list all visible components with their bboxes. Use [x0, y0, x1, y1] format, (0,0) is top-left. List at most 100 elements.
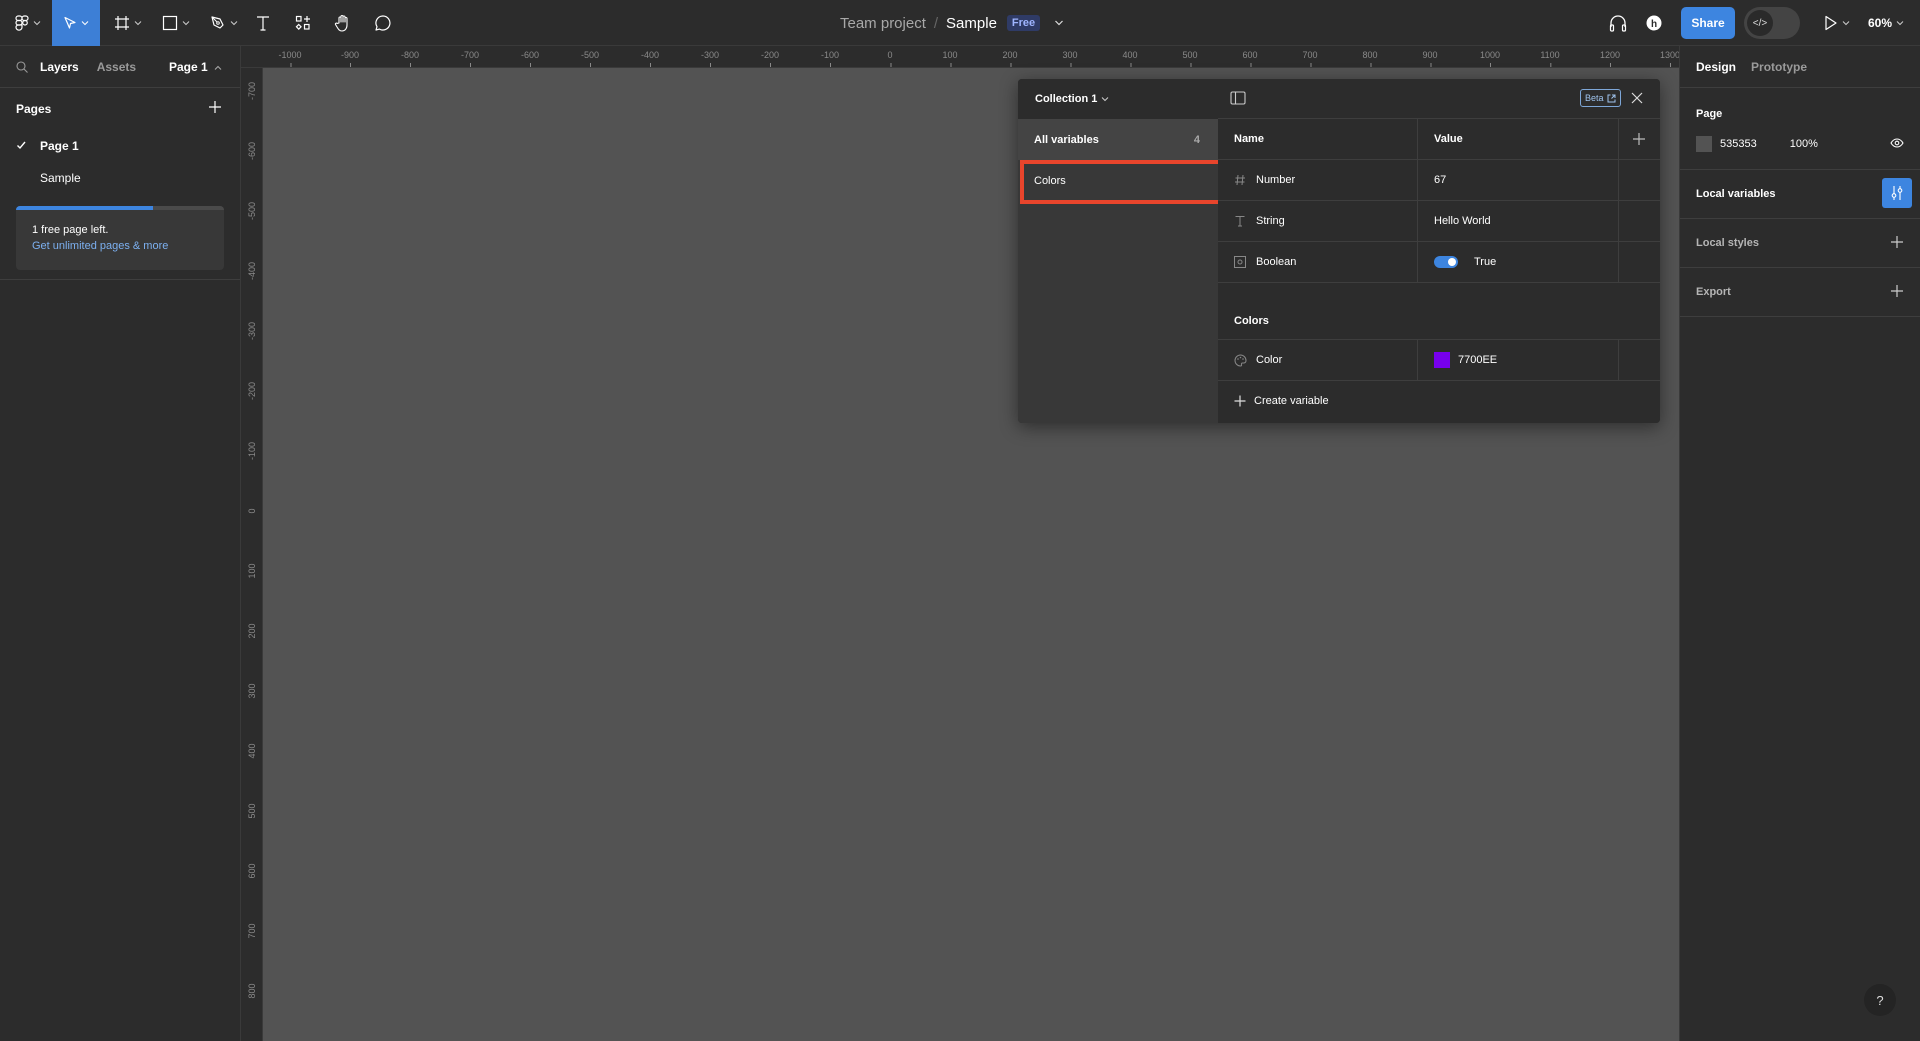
- variable-row-string[interactable]: String Hello World: [1218, 201, 1660, 242]
- ruler-tick-label: 800: [247, 983, 257, 999]
- variable-value-cell[interactable]: Hello World: [1418, 201, 1619, 241]
- column-name-header: Name: [1218, 119, 1418, 159]
- variable-value-cell[interactable]: 67: [1418, 160, 1619, 200]
- ruler-tick-label: 0: [247, 508, 257, 514]
- ruler-tick-label: 900: [1422, 50, 1438, 67]
- ruler-tick-label: 700: [1302, 50, 1318, 67]
- chevron-down-icon: [1896, 21, 1904, 26]
- ruler-tick-label: 400: [1122, 50, 1138, 67]
- comment-tool-button[interactable]: [372, 0, 394, 46]
- add-page-icon[interactable]: [208, 100, 222, 114]
- shape-tool-button[interactable]: [158, 0, 194, 46]
- zoom-level-dropdown[interactable]: 60%: [1868, 0, 1904, 46]
- present-button[interactable]: [1822, 0, 1852, 46]
- frame-tool-button[interactable]: [110, 0, 146, 46]
- project-name[interactable]: Team project: [840, 15, 926, 32]
- page-item-sample[interactable]: Sample: [0, 162, 240, 194]
- create-variable-button[interactable]: Create variable: [1218, 381, 1660, 421]
- all-variables-item[interactable]: All variables 4: [1018, 119, 1218, 160]
- ruler-tick-label: -300: [247, 322, 257, 341]
- chevron-down-icon: [230, 21, 238, 26]
- variables-count: 4: [1193, 133, 1200, 146]
- variable-row-color[interactable]: Color 7700EE: [1218, 340, 1660, 381]
- eye-icon[interactable]: [1890, 138, 1904, 148]
- open-variables-button[interactable]: [1882, 178, 1912, 208]
- pointer-icon: [64, 16, 76, 29]
- variable-value-cell[interactable]: 7700EE: [1418, 340, 1619, 380]
- help-button[interactable]: ?: [1864, 984, 1896, 1016]
- collection-name: Collection 1: [1035, 93, 1098, 105]
- all-variables-label: All variables: [1034, 133, 1099, 146]
- string-icon: [1235, 216, 1245, 227]
- sidebar-toggle-icon[interactable]: [1230, 91, 1246, 105]
- upgrade-link[interactable]: Get unlimited pages & more: [32, 240, 168, 252]
- page-label: Sample: [40, 171, 81, 185]
- pen-icon: [211, 16, 224, 29]
- color-icon: [1234, 354, 1247, 367]
- variable-row-number[interactable]: Number 67: [1218, 160, 1660, 201]
- page-item-page-1[interactable]: Page 1: [0, 130, 240, 162]
- ruler-tick-label: -200: [760, 50, 780, 67]
- ruler-tick-label: -200: [247, 382, 257, 401]
- ruler-tick-label: -1000: [278, 50, 302, 67]
- hand-tool-button[interactable]: [332, 0, 354, 46]
- page-selector[interactable]: Page 1: [169, 60, 222, 74]
- pen-tool-button[interactable]: [206, 0, 242, 46]
- ruler-tick-label: -700: [460, 50, 480, 67]
- tab-design[interactable]: Design: [1696, 60, 1736, 74]
- plus-icon: [1234, 395, 1246, 407]
- close-icon[interactable]: [1630, 91, 1644, 105]
- main-menu-button[interactable]: [8, 0, 48, 46]
- boolean-toggle[interactable]: [1434, 256, 1458, 268]
- text-tool-button[interactable]: [252, 0, 274, 46]
- variable-value-cell[interactable]: True: [1418, 242, 1619, 282]
- page-color-value[interactable]: 535353: [1720, 138, 1757, 150]
- page-section: Page 535353 100%: [1680, 88, 1920, 170]
- share-button[interactable]: Share: [1681, 7, 1735, 39]
- search-icon[interactable]: [16, 60, 28, 73]
- user-avatar[interactable]: h: [1644, 0, 1664, 46]
- chevron-down-icon[interactable]: [1054, 19, 1064, 27]
- chevron-down-icon: [1101, 97, 1109, 102]
- dev-mode-toggle[interactable]: </>: [1744, 7, 1800, 39]
- export-section: Export: [1680, 268, 1920, 317]
- add-mode-icon[interactable]: [1632, 132, 1646, 146]
- rectangle-icon: [162, 15, 178, 31]
- headphones-icon: [1609, 15, 1627, 32]
- comment-icon: [375, 15, 391, 31]
- page-opacity-value[interactable]: 100%: [1790, 138, 1818, 150]
- create-variable-label: Create variable: [1254, 395, 1329, 407]
- divider: [0, 279, 240, 280]
- tab-assets[interactable]: Assets: [97, 60, 136, 74]
- pages-usage-fill: [16, 206, 154, 210]
- chevron-down-icon: [33, 21, 41, 26]
- add-export-icon[interactable]: [1890, 284, 1904, 298]
- chevron-down-icon: [1842, 21, 1850, 26]
- page-color-swatch[interactable]: [1696, 136, 1712, 152]
- chevron-down-icon: [182, 21, 190, 26]
- resources-button[interactable]: [292, 0, 314, 46]
- file-name[interactable]: Sample: [946, 15, 997, 32]
- group-item-colors[interactable]: Colors: [1018, 160, 1222, 204]
- current-page-label: Page 1: [168, 60, 208, 74]
- local-styles-title: Local styles: [1696, 237, 1759, 249]
- move-tool-button[interactable]: [52, 0, 100, 46]
- ruler-tick-label: 0: [887, 50, 893, 67]
- color-swatch[interactable]: [1434, 352, 1450, 368]
- page-section-title: Page: [1696, 108, 1723, 120]
- variable-row-boolean[interactable]: Boolean True: [1218, 242, 1660, 283]
- variable-value: True: [1474, 256, 1497, 268]
- collection-dropdown[interactable]: Collection 1: [1018, 79, 1218, 119]
- add-style-icon[interactable]: [1890, 235, 1904, 249]
- ruler-tick-label: -600: [520, 50, 540, 67]
- tab-layers[interactable]: Layers: [40, 60, 79, 74]
- sliders-icon: [1891, 186, 1903, 200]
- ruler-tick-label: 500: [247, 803, 257, 819]
- frame-icon: [115, 16, 129, 30]
- tab-prototype[interactable]: Prototype: [1751, 60, 1807, 74]
- audio-button[interactable]: [1606, 0, 1630, 46]
- ruler-tick-label: -500: [580, 50, 600, 67]
- variable-name-cell: Number: [1218, 160, 1418, 200]
- variable-name: Color: [1256, 354, 1283, 366]
- beta-badge[interactable]: Beta: [1580, 89, 1621, 107]
